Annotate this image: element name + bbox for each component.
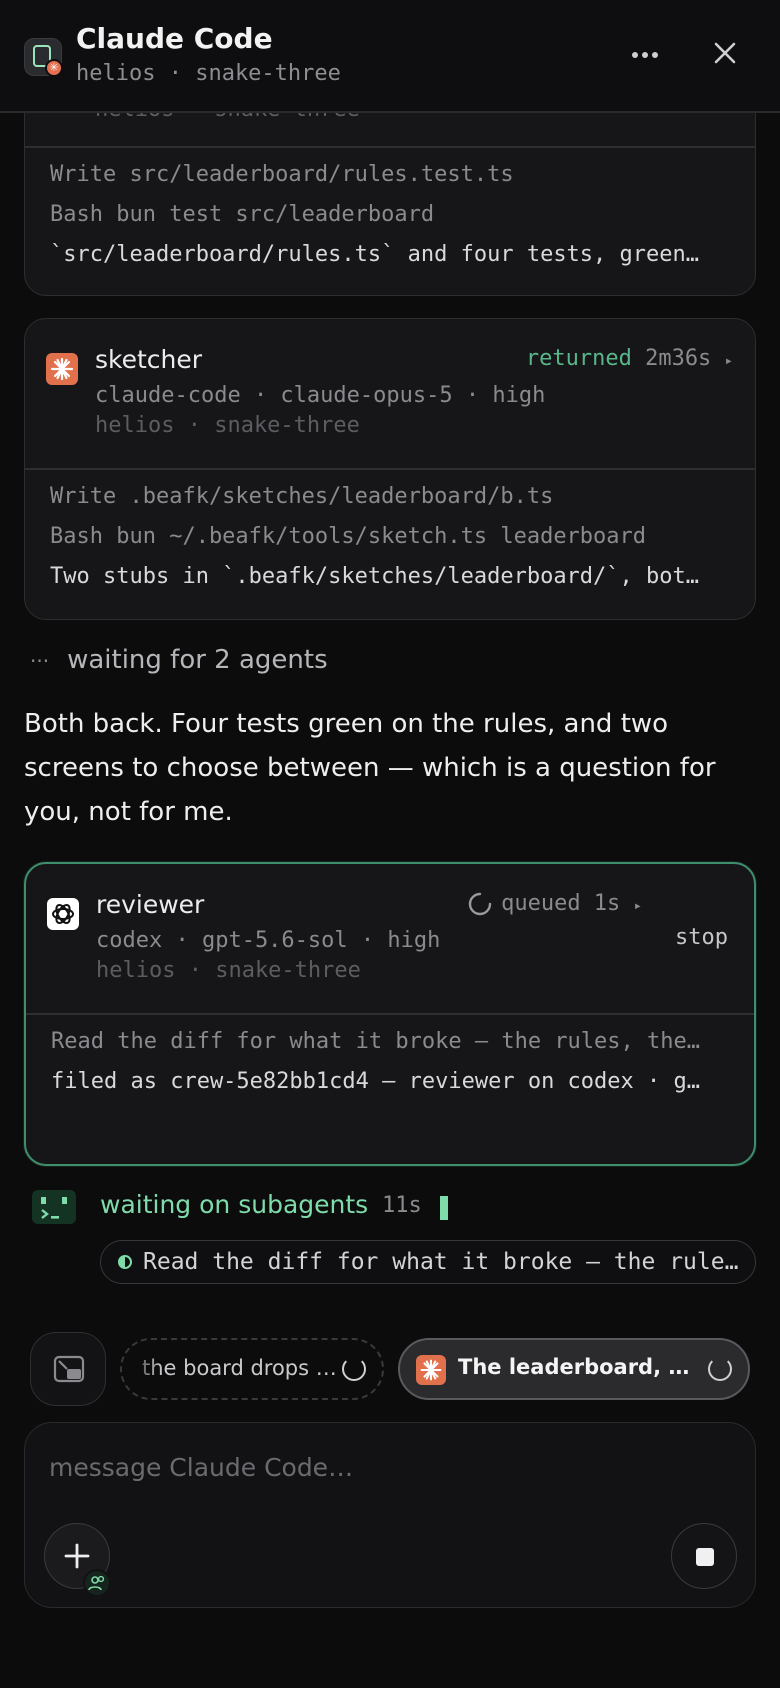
chip-label: the board drops … xyxy=(142,1356,337,1380)
activity-summary: `src/leaderboard/rules.ts` and four test… xyxy=(50,242,700,267)
task-text: Read the diff for what it broke — the ru… xyxy=(143,1249,739,1275)
status-time: 2m36s xyxy=(645,346,712,371)
agent-scope: helios · snake-three xyxy=(95,413,360,438)
loading-spinner-icon xyxy=(708,1357,732,1381)
activity-summary: filed as crew-5e82bb1cd4 — reviewer on c… xyxy=(51,1069,701,1094)
activity-line: Bash bun ~/.beafk/tools/sketch.ts leader… xyxy=(50,524,647,549)
picture-in-picture-icon xyxy=(53,1355,85,1383)
loading-spinner-icon xyxy=(342,1357,366,1381)
page-title: Claude Code xyxy=(76,22,273,55)
agent-name: sketcher xyxy=(95,345,203,374)
ellipsis-icon: ··· xyxy=(30,648,50,673)
activity-line: Write src/leaderboard/rules.test.ts xyxy=(50,162,514,187)
workspace-subtitle: helios · snake-three xyxy=(76,61,341,86)
close-icon xyxy=(714,42,736,64)
waiting-text: waiting for 2 agents xyxy=(67,645,328,675)
terminal-icon xyxy=(32,1190,76,1224)
session-chip-active[interactable]: The leaderboard, thro… xyxy=(398,1338,750,1400)
assistant-message: Both back. Four tests green on the rules… xyxy=(24,709,716,827)
activity-line: Read the diff for what it broke — the ru… xyxy=(51,1029,701,1054)
activity-summary: Two stubs in `.beafk/sketches/leaderboar… xyxy=(50,564,700,589)
session-chip-pending[interactable]: the board drops … xyxy=(120,1338,384,1400)
agent-model-meta: claude-code · claude-opus-5 · high xyxy=(95,383,546,408)
activity-line: Bash bun test src/leaderboard xyxy=(50,202,435,227)
agent-status[interactable]: queued 1s ▸ xyxy=(467,891,642,917)
activity-line: Write .beafk/sketches/leaderboard/b.ts xyxy=(50,484,554,509)
people-icon xyxy=(83,1569,111,1597)
claude-code-app-icon: ✳ xyxy=(24,38,63,77)
loading-spinner-icon xyxy=(468,892,492,916)
message-composer[interactable]: message Claude Code… xyxy=(24,1422,756,1608)
elapsed-time: 11s xyxy=(382,1193,422,1218)
typing-cursor xyxy=(440,1196,448,1220)
subagent-status-text: waiting on subagents xyxy=(100,1190,369,1219)
claude-logo-icon xyxy=(46,353,78,385)
app-header: ✳ Claude Code helios · snake-three xyxy=(0,0,780,113)
openai-logo-icon xyxy=(47,898,79,930)
stop-icon xyxy=(696,1548,714,1566)
status-text: queued 1s xyxy=(501,891,621,916)
agent-card-sketcher[interactable]: sketcher returned 2m36s ▸ claude-code · … xyxy=(24,318,756,620)
claude-badge-icon: ✳ xyxy=(45,59,63,77)
chip-label: The leaderboard, thro… xyxy=(458,1355,694,1379)
close-button[interactable] xyxy=(708,36,742,70)
picture-in-picture-button[interactable] xyxy=(30,1332,106,1406)
expand-arrow-icon: ▸ xyxy=(633,898,642,914)
expand-arrow-icon: ▸ xyxy=(724,353,733,369)
agent-scope: helios · snake-three xyxy=(96,958,361,983)
message-input[interactable]: message Claude Code… xyxy=(49,1453,353,1482)
stop-generation-button[interactable] xyxy=(671,1523,737,1589)
stop-agent-button[interactable]: stop xyxy=(675,925,728,950)
running-task-pill[interactable]: Read the diff for what it broke — the ru… xyxy=(100,1240,756,1284)
claude-logo-icon xyxy=(416,1355,446,1385)
agent-status[interactable]: returned 2m36s ▸ xyxy=(526,346,733,371)
agent-name: reviewer xyxy=(96,890,205,919)
progress-half-icon xyxy=(118,1255,132,1269)
status-word: returned xyxy=(525,346,632,371)
more-options-button[interactable] xyxy=(628,38,662,72)
agent-card-reviewer[interactable]: reviewer queued 1s ▸ stop codex · gpt-5.… xyxy=(24,862,756,1166)
agent-model-meta: codex · gpt-5.6-sol · high xyxy=(96,928,441,953)
waiting-for-agents: ··· waiting for 2 agents xyxy=(30,645,328,675)
more-horizontal-icon xyxy=(632,52,658,58)
